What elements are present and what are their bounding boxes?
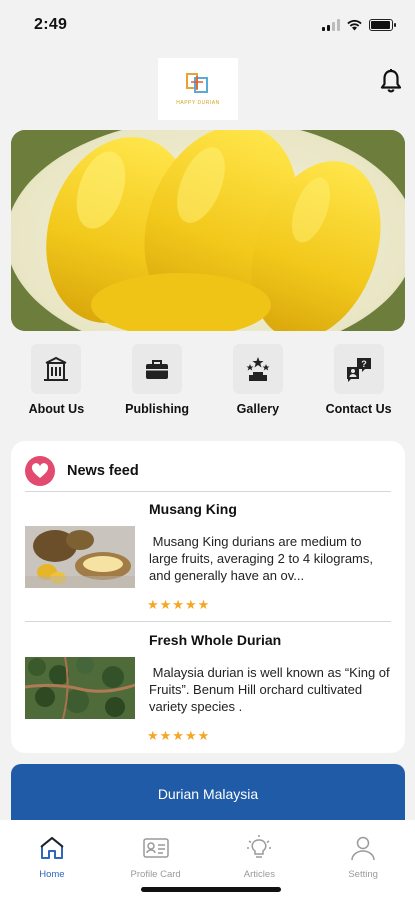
menu-label: Contact Us bbox=[325, 402, 392, 416]
app-logo: HAPPY DURIAN bbox=[158, 58, 238, 120]
tab-label: Profile Card bbox=[130, 869, 181, 880]
menu-about-us[interactable]: About Us bbox=[7, 344, 105, 424]
tab-label: Home bbox=[39, 869, 65, 880]
durian-malaysia-banner[interactable]: Durian Malaysia bbox=[11, 764, 405, 824]
signal-icon bbox=[322, 19, 340, 31]
status-time: 2:49 bbox=[34, 16, 68, 33]
durian-fruit-image bbox=[11, 130, 405, 331]
id-card-icon bbox=[142, 838, 169, 858]
menu-label: About Us bbox=[28, 402, 85, 416]
home-icon bbox=[40, 836, 64, 859]
news-item-title: Musang King bbox=[149, 501, 237, 517]
lightbulb-icon bbox=[247, 835, 272, 858]
building-icon bbox=[31, 344, 82, 394]
divider bbox=[25, 621, 391, 622]
svg-text:?: ? bbox=[361, 359, 367, 369]
tab-label: Articles bbox=[243, 869, 275, 880]
logo-text: HAPPY DURIAN bbox=[176, 100, 220, 106]
briefcase-icon bbox=[132, 344, 183, 394]
rating-stars: ★★★★★ bbox=[147, 728, 211, 743]
quick-menu: About Us Publishing Gallery ? Contact Us bbox=[0, 344, 415, 424]
bell-icon[interactable] bbox=[379, 68, 403, 94]
menu-publishing[interactable]: Publishing bbox=[108, 344, 206, 424]
news-item-description: Musang King durians are medium to large … bbox=[149, 534, 377, 583]
app-header: HAPPY DURIAN bbox=[0, 50, 415, 120]
heart-icon bbox=[25, 456, 55, 486]
menu-contact-us[interactable]: ? Contact Us bbox=[310, 344, 408, 424]
logo-mark-icon bbox=[186, 73, 208, 93]
rating-stars: ★★★★★ bbox=[147, 597, 211, 612]
status-icons bbox=[322, 19, 396, 31]
status-bar: 2:49 bbox=[0, 0, 415, 50]
tab-label: Setting bbox=[348, 869, 378, 880]
divider bbox=[25, 491, 391, 492]
news-item[interactable]: Musang King Musang King durians are medi… bbox=[25, 501, 391, 616]
menu-label: Gallery bbox=[236, 402, 280, 416]
menu-gallery[interactable]: Gallery bbox=[209, 344, 307, 424]
news-item-title: Fresh Whole Durian bbox=[149, 632, 282, 648]
news-item[interactable]: Fresh Whole Durian Malaysia durian is we… bbox=[25, 632, 391, 747]
news-feed-card: News feed Musang King Musang King durian… bbox=[11, 441, 405, 753]
banner-text: Durian Malaysia bbox=[157, 786, 259, 802]
news-item-description: Malaysia durian is well known as “King o… bbox=[149, 665, 394, 714]
tab-setting[interactable]: Setting bbox=[313, 834, 413, 900]
home-indicator bbox=[141, 887, 281, 892]
news-item-thumbnail bbox=[25, 657, 135, 719]
battery-icon bbox=[369, 19, 396, 31]
stars-trophy-icon bbox=[232, 344, 283, 394]
person-icon bbox=[351, 836, 375, 861]
contact-chat-icon: ? bbox=[333, 344, 384, 394]
wifi-icon bbox=[347, 19, 362, 31]
news-feed-title: News feed bbox=[67, 463, 139, 479]
hero-durian-image[interactable] bbox=[11, 130, 405, 331]
menu-label: Publishing bbox=[125, 402, 190, 416]
news-feed-header: News feed bbox=[25, 451, 139, 491]
news-item-thumbnail bbox=[25, 526, 135, 588]
tab-home[interactable]: Home bbox=[2, 834, 102, 900]
